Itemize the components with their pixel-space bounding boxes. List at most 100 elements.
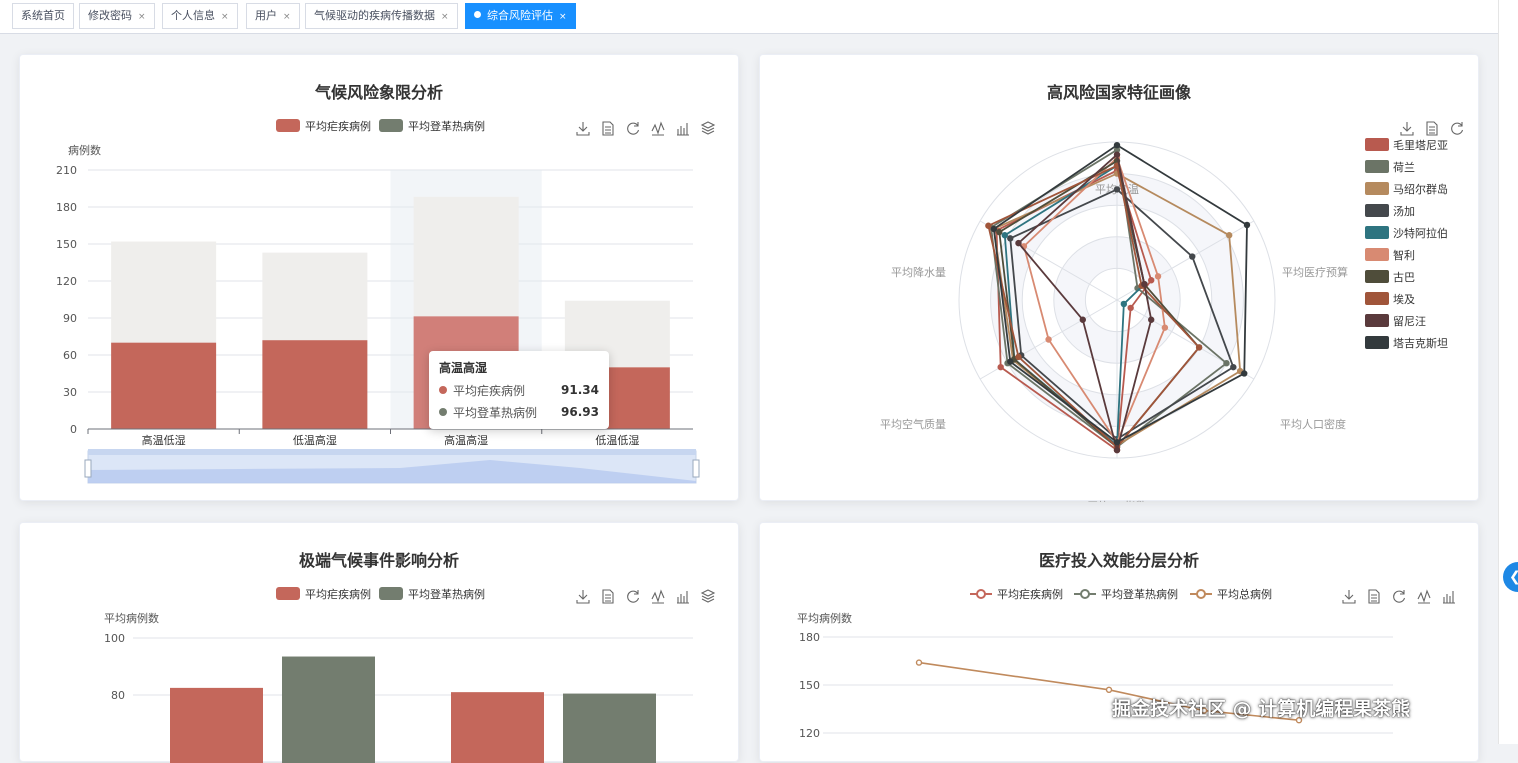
download-icon[interactable]: [1400, 122, 1414, 136]
radar-point[interactable]: [1113, 446, 1121, 454]
close-icon[interactable]: ×: [283, 12, 291, 22]
refresh-icon[interactable]: [1393, 590, 1406, 603]
stack-icon[interactable]: [700, 589, 716, 603]
data-view-icon[interactable]: [602, 589, 614, 604]
legend-swatch[interactable]: [1365, 160, 1389, 173]
legend-swatch[interactable]: [1365, 314, 1389, 327]
legend-swatch[interactable]: [1365, 204, 1389, 217]
legend-label[interactable]: 平均疟疾病例: [305, 587, 371, 601]
tab-0[interactable]: 系统首页: [12, 3, 74, 29]
bar-malaria[interactable]: [262, 340, 368, 429]
legend-label[interactable]: 平均疟疾病例: [305, 119, 371, 133]
bar-dengue[interactable]: [413, 196, 519, 317]
radar-point[interactable]: [1141, 281, 1148, 288]
line-switch-icon[interactable]: [1417, 589, 1431, 604]
bar-switch-icon[interactable]: [677, 123, 689, 136]
radar-point[interactable]: [1007, 235, 1014, 242]
line-point[interactable]: [1105, 686, 1113, 694]
legend-swatch[interactable]: [1365, 248, 1389, 261]
legend-label[interactable]: 平均总病例: [1217, 587, 1272, 601]
legend-label[interactable]: 留尼汪: [1393, 315, 1426, 328]
radar-point[interactable]: [1127, 304, 1134, 312]
legend-swatch[interactable]: [276, 119, 300, 132]
bar-malaria[interactable]: [170, 687, 263, 763]
close-icon[interactable]: ×: [221, 12, 229, 22]
radar-point[interactable]: [1226, 232, 1233, 239]
radar-point[interactable]: [985, 222, 992, 229]
legend-item[interactable]: 平均总病例: [1190, 587, 1272, 601]
legend-label[interactable]: 埃及: [1393, 292, 1415, 306]
radar-point[interactable]: [1230, 363, 1237, 371]
legend-label[interactable]: 平均登革热病例: [408, 587, 485, 601]
radar-point[interactable]: [990, 225, 998, 233]
bar-dengue[interactable]: [563, 693, 656, 763]
radar-point[interactable]: [1015, 353, 1022, 361]
close-icon[interactable]: ×: [138, 12, 146, 22]
right-scrollbar[interactable]: [1498, 0, 1518, 744]
radar-point[interactable]: [1195, 344, 1203, 351]
radar-point[interactable]: [1079, 316, 1086, 323]
legend-label[interactable]: 沙特阿拉伯: [1393, 226, 1448, 240]
legend-swatch[interactable]: [1365, 138, 1389, 151]
data-view-icon[interactable]: [1368, 589, 1380, 604]
legend-label[interactable]: 荷兰: [1393, 161, 1415, 174]
tab-3[interactable]: 用户 ×: [246, 3, 300, 29]
radar-point[interactable]: [996, 228, 1003, 236]
close-icon[interactable]: ×: [441, 12, 449, 22]
legend-item[interactable]: 平均登革热病例: [1074, 587, 1178, 601]
data-view-icon[interactable]: [602, 121, 614, 136]
stack-icon[interactable]: [700, 121, 716, 135]
datazoom-handle-left[interactable]: [84, 459, 92, 478]
legend-label[interactable]: 平均登革热病例: [408, 119, 485, 133]
legend-swatch[interactable]: [379, 587, 403, 600]
legend-swatch[interactable]: [276, 587, 300, 600]
radar-point[interactable]: [1148, 316, 1155, 323]
legend-label[interactable]: 平均登革热病例: [1101, 587, 1178, 601]
tab-1[interactable]: 修改密码 ×: [79, 3, 155, 29]
radar-point[interactable]: [1045, 336, 1052, 343]
tab-2[interactable]: 个人信息 ×: [162, 3, 238, 29]
legend-swatch[interactable]: [1365, 336, 1389, 349]
download-icon[interactable]: [576, 590, 590, 604]
legend-swatch[interactable]: [1365, 270, 1389, 283]
line-switch-icon[interactable]: [651, 121, 665, 136]
legend-label[interactable]: 智利: [1393, 248, 1415, 262]
datazoom-slider[interactable]: [84, 449, 700, 484]
legend-label[interactable]: 平均疟疾病例: [997, 587, 1063, 601]
legend-swatch[interactable]: [379, 119, 403, 132]
bar-switch-icon[interactable]: [1443, 591, 1455, 604]
legend-label[interactable]: 毛里塔尼亚: [1393, 139, 1448, 152]
legend-label[interactable]: 古巴: [1393, 271, 1415, 284]
radar-point[interactable]: [1154, 273, 1162, 280]
radar-point[interactable]: [1001, 232, 1008, 239]
radar-point[interactable]: [1113, 186, 1121, 193]
bar-switch-icon[interactable]: [677, 591, 689, 604]
radar-point[interactable]: [1223, 360, 1230, 367]
legend-swatch[interactable]: [1365, 182, 1389, 195]
line-switch-icon[interactable]: [651, 589, 665, 604]
radar-point[interactable]: [1243, 221, 1251, 229]
refresh-icon[interactable]: [627, 122, 640, 135]
bar-dengue[interactable]: [282, 656, 375, 763]
tab-5[interactable]: 综合风险评估 ×: [465, 3, 576, 29]
bar-dengue[interactable]: [262, 252, 368, 341]
bar-dengue[interactable]: [111, 241, 217, 343]
legend-swatch[interactable]: [1365, 226, 1389, 239]
legend-item[interactable]: 平均疟疾病例: [970, 587, 1063, 601]
download-icon[interactable]: [1342, 590, 1356, 604]
radar-point[interactable]: [1241, 370, 1248, 377]
refresh-icon[interactable]: [1451, 122, 1464, 135]
radar-point[interactable]: [1161, 324, 1169, 331]
radar-point[interactable]: [1015, 239, 1022, 247]
close-icon[interactable]: ×: [559, 12, 567, 22]
download-icon[interactable]: [576, 122, 590, 136]
radar-point[interactable]: [1113, 141, 1121, 149]
legend-label[interactable]: 塔吉克斯坦: [1393, 336, 1448, 350]
legend-swatch[interactable]: [1365, 292, 1389, 305]
refresh-icon[interactable]: [627, 590, 640, 603]
tab-4[interactable]: 气候驱动的疾病传播数据 ×: [305, 3, 458, 29]
legend-label[interactable]: 马绍尔群岛: [1393, 182, 1448, 196]
radar-point[interactable]: [1113, 439, 1121, 446]
data-view-icon[interactable]: [1426, 121, 1438, 136]
bar-malaria[interactable]: [451, 692, 544, 763]
